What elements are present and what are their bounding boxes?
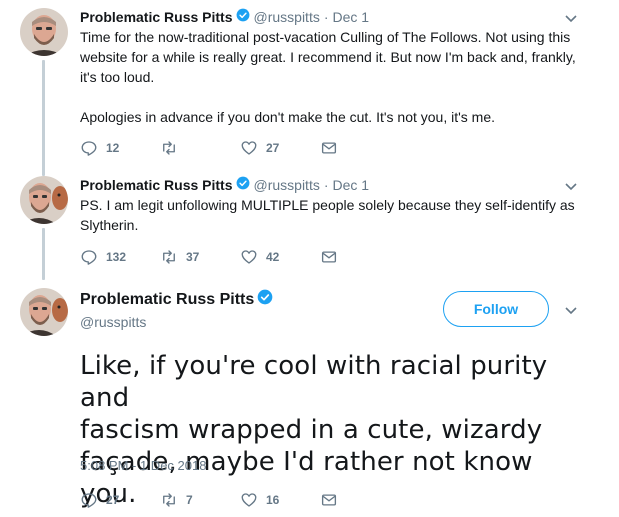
tweet-text-line: website for a while is really great. I r… xyxy=(80,49,576,65)
tweet-date[interactable]: Dec 1 xyxy=(333,176,370,194)
user-handle[interactable]: @russpitts xyxy=(254,176,320,194)
tweet-text-line xyxy=(80,87,590,107)
reply-button[interactable]: 132 xyxy=(80,248,160,266)
avatar[interactable] xyxy=(20,176,68,224)
focused-tweet[interactable]: Problematic Russ Pitts @russpitts Follow… xyxy=(0,286,619,517)
reply-count: 132 xyxy=(106,250,127,264)
like-icon xyxy=(241,141,257,155)
tweet-text-line: fascism wrapped in a cute, wizardy xyxy=(80,415,543,445)
avatar[interactable] xyxy=(20,288,68,336)
tweet[interactable]: Problematic Russ Pitts @russpitts · Dec … xyxy=(0,176,619,276)
user-handle[interactable]: @russpitts xyxy=(80,314,146,330)
message-icon xyxy=(321,142,337,154)
display-name[interactable]: Problematic Russ Pitts xyxy=(80,8,233,26)
tweet-actions: 12 27 xyxy=(80,139,400,157)
tweet-text-line: Apologies in advance if you don't make t… xyxy=(80,109,496,125)
reply-icon xyxy=(81,141,97,156)
verified-badge-icon xyxy=(236,8,250,26)
tweet-text: Like, if you're cool with racial purity … xyxy=(80,350,580,510)
retweet-button[interactable]: 7 xyxy=(160,491,240,509)
chevron-down-icon[interactable] xyxy=(563,178,579,194)
tweet-text-line: Slytherin. xyxy=(80,217,139,233)
retweet-count: 37 xyxy=(186,250,200,264)
message-button[interactable] xyxy=(320,491,400,509)
separator: · xyxy=(323,177,329,193)
tweet-text-line: PS. I am legit unfollowing MULTIPLE peop… xyxy=(80,197,575,213)
tweet-header: Problematic Russ Pitts xyxy=(80,289,277,310)
chevron-down-icon[interactable] xyxy=(563,302,579,318)
message-icon xyxy=(321,494,337,506)
separator: · xyxy=(323,9,329,25)
retweet-icon xyxy=(163,250,175,264)
display-name[interactable]: Problematic Russ Pitts xyxy=(80,176,233,194)
avatar[interactable] xyxy=(20,8,68,56)
verified-badge-icon xyxy=(236,176,250,194)
retweet-icon xyxy=(163,141,175,155)
like-button[interactable]: 16 xyxy=(240,491,320,509)
reply-count: 12 xyxy=(106,141,120,155)
tweet-text-line: it's too loud. xyxy=(80,69,155,85)
reply-button[interactable]: 12 xyxy=(80,139,160,157)
reply-button[interactable]: 27 xyxy=(80,491,160,509)
retweet-button[interactable]: 37 xyxy=(160,248,240,266)
like-count: 16 xyxy=(266,493,280,507)
display-name[interactable]: Problematic Russ Pitts xyxy=(80,290,254,310)
like-count: 27 xyxy=(266,141,280,155)
like-button[interactable]: 42 xyxy=(240,248,320,266)
tweet-text-line: Time for the now-traditional post-vacati… xyxy=(80,29,571,45)
chevron-down-icon[interactable] xyxy=(563,10,579,26)
tweet[interactable]: Problematic Russ Pitts @russpitts · Dec … xyxy=(0,8,619,168)
like-count: 42 xyxy=(266,250,280,264)
reply-icon xyxy=(81,493,97,508)
tweet-text: PS. I am legit unfollowing MULTIPLE peop… xyxy=(80,195,590,235)
verified-badge-icon xyxy=(257,289,273,310)
retweet-icon xyxy=(163,493,175,507)
retweet-count: 7 xyxy=(186,493,193,507)
message-icon xyxy=(321,251,337,263)
user-handle[interactable]: @russpitts xyxy=(254,8,320,26)
tweet-text-line: Like, if you're cool with racial purity … xyxy=(80,351,548,413)
message-button[interactable] xyxy=(320,248,400,266)
like-icon xyxy=(241,493,257,507)
follow-button[interactable]: Follow xyxy=(443,291,549,327)
like-icon xyxy=(241,250,257,264)
tweet-text: Time for the now-traditional post-vacati… xyxy=(80,27,590,127)
tweet-header: Problematic Russ Pitts @russpitts · Dec … xyxy=(80,8,369,26)
tweet-date[interactable]: Dec 1 xyxy=(333,8,370,26)
reply-count: 27 xyxy=(106,493,120,507)
tweet-timestamp[interactable]: 5:08 PM - 1 Dec 2018 xyxy=(80,458,206,473)
tweet-actions: 132 37 42 xyxy=(80,248,400,266)
like-button[interactable]: 27 xyxy=(240,139,320,157)
tweet-actions: 27 7 16 xyxy=(80,491,400,509)
message-button[interactable] xyxy=(320,139,400,157)
reply-icon xyxy=(81,250,97,265)
retweet-button[interactable] xyxy=(160,139,240,157)
tweet-header: Problematic Russ Pitts @russpitts · Dec … xyxy=(80,176,369,194)
